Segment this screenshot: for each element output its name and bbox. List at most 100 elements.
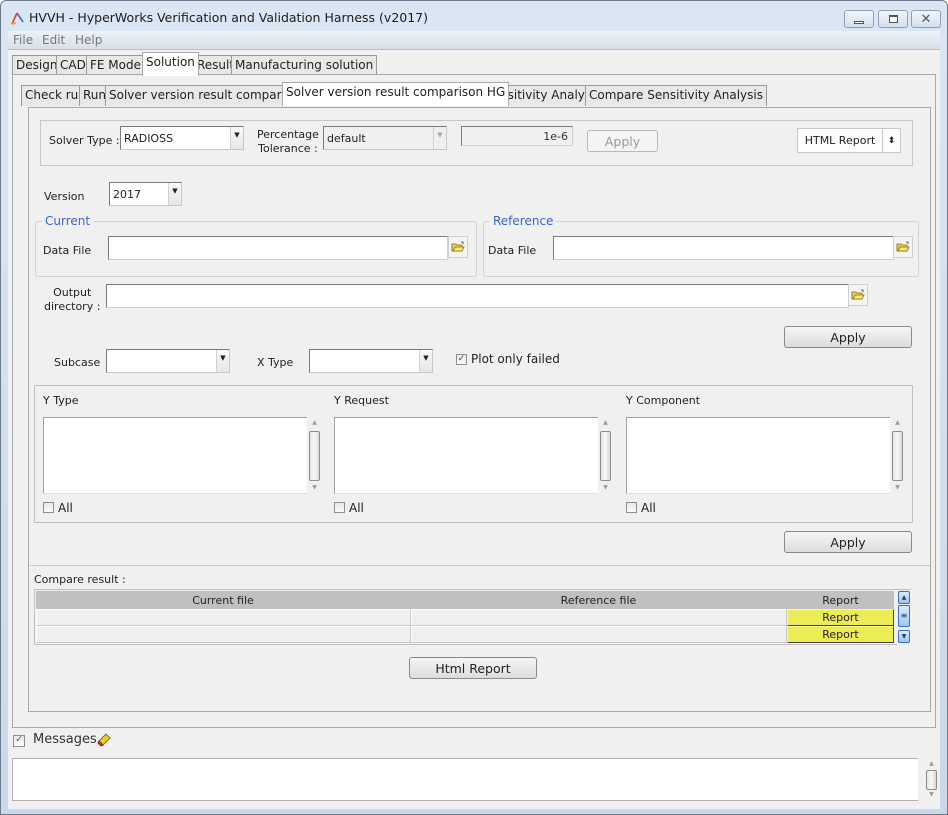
messages-checkbox[interactable]: ✓ xyxy=(13,735,25,747)
tab-design[interactable]: Design xyxy=(12,55,62,76)
yrequest-all-checkbox[interactable] xyxy=(334,502,345,513)
tolerance-label-line2: Tolerance : xyxy=(258,142,318,155)
table-cell-current-file[interactable] xyxy=(36,626,411,643)
tolerance-label-line1: Percentage xyxy=(257,128,319,141)
report-type-button[interactable]: HTML Report xyxy=(797,128,883,153)
ytype-all-label: All xyxy=(58,501,73,515)
menu-bar: File Edit Help xyxy=(8,31,940,50)
subtab-solver-version-comparison[interactable]: Solver version result comparison xyxy=(105,85,311,106)
scroll-thumb[interactable] xyxy=(600,431,611,481)
subtab-compare-sensitivity-analysis[interactable]: Compare Sensitivity Analysis xyxy=(585,85,767,106)
reference-data-file-input[interactable] xyxy=(553,236,894,260)
current-data-file-label: Data File xyxy=(43,244,92,257)
table-cell-reference-file[interactable] xyxy=(411,609,787,626)
tolerance-value: default xyxy=(327,132,366,145)
ytype-scrollbar[interactable]: ▲ ▼ xyxy=(307,417,322,494)
minimize-button[interactable] xyxy=(844,10,874,28)
output-browse-button[interactable] xyxy=(848,284,868,306)
tab-cad[interactable]: CAD xyxy=(56,55,90,76)
version-select[interactable]: 2017 ▼ xyxy=(109,182,182,206)
scroll-thumb[interactable] xyxy=(309,431,320,481)
scroll-thumb[interactable] xyxy=(926,770,937,790)
table-scrollbar[interactable]: ▲ ≡ ▼ xyxy=(897,590,911,645)
subcase-select[interactable]: ▼ xyxy=(106,349,230,373)
tolerance-input-value: 1e-6 xyxy=(543,130,568,143)
close-button[interactable]: ✕ xyxy=(911,10,941,28)
solver-type-value: RADIOSS xyxy=(124,132,174,145)
ytype-all-checkbox[interactable] xyxy=(43,502,54,513)
plot-only-failed-label: Plot only failed xyxy=(471,352,560,366)
ytype-label: Y Type xyxy=(43,394,79,407)
version-value: 2017 xyxy=(113,188,141,201)
chevron-down-icon: ▼ xyxy=(216,350,229,372)
reference-browse-button[interactable] xyxy=(893,236,913,258)
output-directory-input[interactable] xyxy=(106,284,849,308)
menu-file[interactable]: File xyxy=(13,33,33,47)
yrequest-list[interactable] xyxy=(334,417,598,494)
current-browse-button[interactable] xyxy=(448,236,468,258)
column-header-reference-file[interactable]: Reference file xyxy=(410,591,787,609)
messages-area[interactable] xyxy=(12,758,918,801)
ycomponent-label: Y Component xyxy=(626,394,701,407)
window-title: HVVH - HyperWorks Verification and Valid… xyxy=(29,10,429,25)
column-header-current-file[interactable]: Current file xyxy=(36,591,410,609)
tolerance-label: Percentage Tolerance : xyxy=(257,128,319,156)
solver-type-select[interactable]: RADIOSS ▼ xyxy=(120,126,244,150)
scroll-down-icon[interactable]: ▼ xyxy=(898,630,910,643)
plot-only-failed-checkbox[interactable]: ✓ xyxy=(456,354,467,365)
report-button[interactable]: Report xyxy=(787,609,894,626)
report-button[interactable]: Report xyxy=(787,626,894,643)
tolerance-input[interactable]: 1e-6 xyxy=(461,126,573,146)
ycomponent-all-checkbox[interactable] xyxy=(626,502,637,513)
scroll-thumb[interactable] xyxy=(892,431,903,481)
menu-help[interactable]: Help xyxy=(75,33,102,47)
table-cell-reference-file[interactable] xyxy=(411,626,787,643)
chevron-down-icon: ▼ xyxy=(419,350,432,372)
subtab-solver-version-comparison-hg[interactable]: Solver version result comparison HG xyxy=(282,82,510,106)
tab-manufacturing-solution[interactable]: Manufacturing solution xyxy=(231,55,378,76)
current-group-title: Current xyxy=(42,214,94,228)
xtype-select[interactable]: ▼ xyxy=(309,349,433,373)
tab-solution[interactable]: Solution xyxy=(142,52,199,76)
current-data-file-input[interactable] xyxy=(108,236,448,260)
maximize-button[interactable] xyxy=(878,10,908,28)
column-header-report[interactable]: Report xyxy=(787,591,894,609)
apply-plot-button[interactable]: Apply xyxy=(784,531,912,553)
client-area: File Edit Help Design CAD FE Model Solut… xyxy=(8,31,940,809)
apply-files-button[interactable]: Apply xyxy=(784,326,912,348)
yrequest-label: Y Request xyxy=(334,394,389,407)
ycomponent-scrollbar[interactable]: ▲ ▼ xyxy=(890,417,905,494)
reference-group-title: Reference xyxy=(490,214,557,228)
scroll-thumb[interactable]: ≡ xyxy=(898,605,910,627)
tab-fe-model[interactable]: FE Model xyxy=(86,55,149,76)
menu-edit[interactable]: Edit xyxy=(42,33,65,47)
table-cell-current-file[interactable] xyxy=(36,609,411,626)
output-label-line1: Output xyxy=(53,286,92,299)
ytype-list[interactable] xyxy=(43,417,307,494)
scroll-up-icon: ▲ xyxy=(312,419,317,426)
folder-open-icon xyxy=(451,241,465,252)
subcase-label: Subcase xyxy=(54,356,101,369)
scroll-up-icon: ▲ xyxy=(603,419,608,426)
scroll-up-icon[interactable]: ▲ xyxy=(898,591,910,604)
eraser-icon[interactable] xyxy=(97,733,111,747)
hvvh-logo-icon xyxy=(11,12,24,25)
yrequest-scrollbar[interactable]: ▲ ▼ xyxy=(598,417,613,494)
html-report-button[interactable]: Html Report xyxy=(409,657,537,679)
ycomponent-list[interactable] xyxy=(626,417,890,494)
settings-apply-button[interactable]: Apply xyxy=(587,130,658,152)
chevron-down-icon: ▼ xyxy=(433,127,446,149)
up-down-arrows-icon: ⬍ xyxy=(887,135,896,146)
report-type-spinner[interactable]: ⬍ xyxy=(882,128,901,153)
output-label-line2: directory : xyxy=(44,300,101,313)
xtype-label: X Type xyxy=(257,356,294,369)
scroll-down-icon: ▼ xyxy=(929,791,934,798)
tolerance-select[interactable]: default ▼ xyxy=(323,126,447,150)
messages-scrollbar[interactable]: ▲ ▼ xyxy=(924,758,939,801)
maximize-icon xyxy=(888,15,898,23)
version-label: Version xyxy=(44,190,85,203)
reference-data-file-label: Data File xyxy=(488,244,537,257)
compare-result-label: Compare result : xyxy=(34,573,126,586)
close-icon: ✕ xyxy=(920,11,932,27)
scroll-up-icon: ▲ xyxy=(929,760,934,767)
